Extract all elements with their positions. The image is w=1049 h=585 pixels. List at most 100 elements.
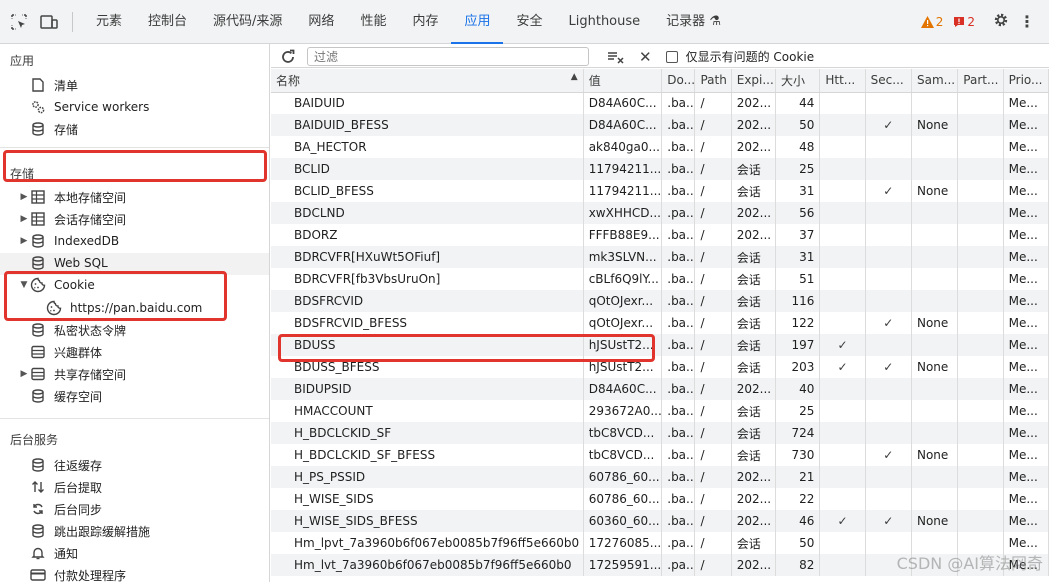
inspect-element-icon[interactable] xyxy=(8,11,30,33)
cell-值: 293672A0... xyxy=(583,400,663,422)
sidebar-item-storage-0[interactable]: ▶ 本地存储空间 xyxy=(18,187,126,207)
cell-path: / xyxy=(694,400,732,422)
tab-0[interactable]: 元素 xyxy=(83,0,135,44)
table-row[interactable]: H_WISE_SIDS 60786_60... .ba.../202... 22 Me.… xyxy=(271,488,1049,510)
table-row[interactable]: BAIDUID D84A60C... .ba.../202... 44 Me... xyxy=(271,92,1049,114)
sidebar-item-bg-5[interactable]: 付款处理程序 xyxy=(18,565,126,585)
sidebar-item-storage-5[interactable]: https://pan.baidu.com xyxy=(34,298,202,318)
table-row[interactable]: BDSFRCVID_BFESS qOtOJexr... .ba... / 会话 122 ✓ N… xyxy=(271,312,1049,334)
column-header-3[interactable]: Path xyxy=(694,69,732,93)
expand-arrow-icon[interactable]: ▶ xyxy=(18,236,30,246)
sidebar-item-storage-4[interactable]: ▼ Cookie xyxy=(18,275,95,295)
cell-名称: BAIDUID xyxy=(271,92,584,114)
settings-gear-icon[interactable] xyxy=(993,12,1009,31)
cell-sam xyxy=(911,400,959,422)
expand-arrow-icon[interactable]: ▶ xyxy=(18,192,30,202)
sidebar-item-storage-7[interactable]: 兴趣群体 xyxy=(18,342,102,362)
column-header-9[interactable]: Part... xyxy=(957,69,1004,93)
table-icon xyxy=(30,189,46,205)
column-header-label: Expi... xyxy=(736,73,774,88)
filter-input[interactable] xyxy=(307,47,589,66)
column-header-1[interactable]: 值 xyxy=(583,69,663,93)
table-row[interactable]: BDCLND xwXHHCD... .pa.../202... 56 Me... xyxy=(271,202,1049,224)
cell-sam xyxy=(911,422,959,444)
table-row[interactable]: BDUSS hJSUstT2... .ba... / 会话 197 ✓ Me... xyxy=(271,334,1049,356)
cell-值: hJSUstT2... xyxy=(583,356,663,378)
tab-4[interactable]: 性能 xyxy=(347,0,399,44)
table-row[interactable]: BCLID_BFESS 11794211... .ba... / 会话 31 ✓ None Me… xyxy=(271,180,1049,202)
sidebar-item-storage-9[interactable]: 缓存空间 xyxy=(18,386,102,406)
sidebar-item-bg-3[interactable]: 跳出跟踪缓解措施 xyxy=(18,521,150,541)
cell-path: / xyxy=(694,180,732,202)
cell-expi: 会话 xyxy=(731,268,777,290)
table-row[interactable]: H_BDCLCKID_SF_BFESS tbC8VCD... .ba... / 会话 73… xyxy=(271,444,1049,466)
delete-all-cookies-icon[interactable]: ✕ xyxy=(639,48,652,66)
cell-htt xyxy=(819,290,866,312)
table-row[interactable]: BDRCVFR[HXuWt5OFiuf] mk3SLVN... .ba... / 会话 3… xyxy=(271,246,1049,268)
table-row[interactable]: H_PS_PSSID 60786_60... .ba.../202... 21 Me..… xyxy=(271,466,1049,488)
tab-7[interactable]: 安全 xyxy=(503,0,555,44)
expand-arrow-icon[interactable]: ▶ xyxy=(18,214,30,224)
column-header-5[interactable]: 大小 xyxy=(775,69,821,93)
cell-expi: 会话 xyxy=(731,246,777,268)
more-options-icon[interactable]: ⋮ xyxy=(1019,12,1035,31)
column-header-10[interactable]: Prio... xyxy=(1003,69,1049,93)
sidebar-item-storage-2[interactable]: ▶ IndexedDB xyxy=(18,231,120,251)
tab-6[interactable]: 应用 xyxy=(451,0,504,44)
sidebar-item-bg-2[interactable]: 后台同步 xyxy=(18,499,102,519)
cell-do: .ba... xyxy=(661,224,696,246)
collapse-arrow-icon[interactable]: ▼ xyxy=(18,280,30,290)
table-row[interactable]: BA_HECTOR ak840ga0... .ba.../202... 48 Me... xyxy=(271,136,1049,158)
refresh-icon[interactable] xyxy=(277,49,299,65)
table-row[interactable]: BIDUPSID D84A60C... .ba.../202... 40 Me... xyxy=(271,378,1049,400)
sidebar-item-bg-1[interactable]: 后台提取 xyxy=(18,477,102,497)
device-toolbar-icon[interactable] xyxy=(38,11,60,33)
only-issues-checkbox[interactable] xyxy=(665,50,678,63)
tab-8[interactable]: Lighthouse xyxy=(556,0,654,44)
sidebar-item-bg-0[interactable]: 往返缓存 xyxy=(18,455,102,475)
sidebar-item-storage-1[interactable]: ▶ 会话存储空间 xyxy=(18,209,126,229)
cell-sec: ✓ xyxy=(865,444,912,466)
expand-arrow-icon[interactable]: ▶ xyxy=(18,369,30,379)
issue-counter[interactable]: 2 xyxy=(953,15,975,29)
table-row[interactable]: H_BDCLCKID_SF tbC8VCD... .ba... / 会话 724 Me... xyxy=(271,422,1049,444)
table-row[interactable]: H_WISE_SIDS_BFESS 60360_60... .ba.../202..… xyxy=(271,510,1049,532)
sidebar-item-bg-4[interactable]: 通知 xyxy=(18,543,78,563)
column-header-0[interactable]: 名称 ▲ xyxy=(271,69,584,93)
cell-大小: 197 xyxy=(775,334,821,356)
filter-bar: ✕ 仅显示有问题的 Cookie xyxy=(271,44,1049,68)
table-row[interactable]: BDUSS_BFESS hJSUstT2... .ba... / 会话 203 ✓ ✓ None… xyxy=(271,356,1049,378)
column-header-8[interactable]: Sam... xyxy=(911,69,959,93)
sidebar-item-storage[interactable]: 存储 xyxy=(18,119,78,139)
sidebar-item-manifest[interactable]: 清单 xyxy=(18,75,78,95)
tab-3[interactable]: 网络 xyxy=(295,0,347,44)
tab-9[interactable]: 记录器 ⚗ xyxy=(653,0,734,44)
column-header-6[interactable]: Htt... xyxy=(819,69,866,93)
sidebar-item-service-workers[interactable]: Service workers xyxy=(18,97,149,117)
table-row[interactable]: BAIDUID_BFESS D84A60C... .ba.../202... 50 ✓ N… xyxy=(271,114,1049,136)
column-header-4[interactable]: Expi... xyxy=(731,69,777,93)
column-header-7[interactable]: Sec... xyxy=(865,69,912,93)
table-row[interactable]: BDSFRCVID qOtOJexr... .ba... / 会话 116 Me... xyxy=(271,290,1049,312)
tab-1[interactable]: 控制台 xyxy=(135,0,200,44)
table-row[interactable]: BDORZ FFFB88E9... .ba.../202... 37 Me... xyxy=(271,224,1049,246)
cell-expi: 202... xyxy=(731,136,777,158)
sidebar-item-storage-3[interactable]: Web SQL xyxy=(18,253,108,273)
cell-path: / xyxy=(694,114,732,136)
column-header-label: Part... xyxy=(963,73,999,88)
warning-counter[interactable]: 2 xyxy=(920,15,943,29)
sidebar-item-storage-8[interactable]: ▶ 共享存储空间 xyxy=(18,364,126,384)
column-header-2[interactable]: Do... xyxy=(661,69,696,93)
table-row[interactable]: HMACCOUNT 293672A0... .ba... / 会话 25 Me... xyxy=(271,400,1049,422)
sidebar-item-storage-6[interactable]: 私密状态令牌 xyxy=(18,320,126,340)
sidebar-item-label: Cookie xyxy=(54,278,95,292)
tab-2[interactable]: 源代码/来源 xyxy=(200,0,295,44)
table-row[interactable]: BCLID 11794211... .ba... / 会话 25 Me... xyxy=(271,158,1049,180)
column-header-label: Do... xyxy=(667,73,695,88)
table-row[interactable]: BDRCVFR[fb3VbsUruOn] cBLf6Q9lY... .ba... / 会… xyxy=(271,268,1049,290)
tab-5[interactable]: 内存 xyxy=(399,0,451,44)
clear-filtered-cookies-icon[interactable] xyxy=(607,50,625,64)
cell-大小: 50 xyxy=(775,532,821,554)
cell-值: 17259591... xyxy=(583,554,663,576)
cell-do: .pa... xyxy=(661,202,696,224)
